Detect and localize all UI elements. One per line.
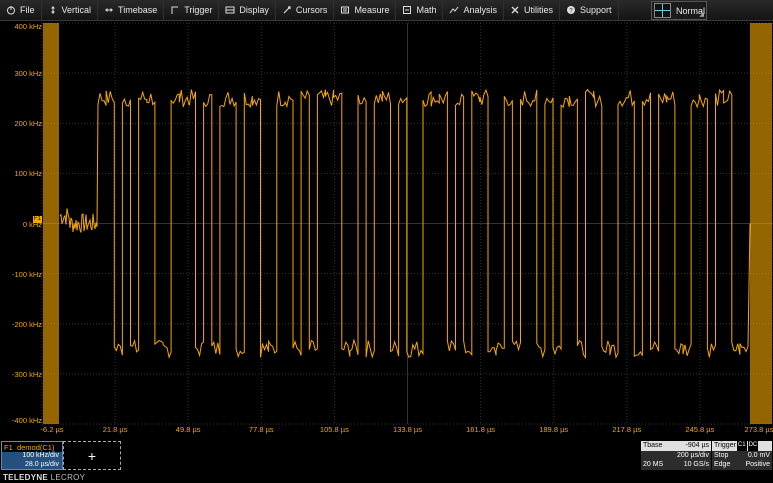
f1-header: F1 demod(C1) [2,442,62,452]
f1-vscale: 100 kHz/div [22,452,59,459]
channel-marker[interactable]: F1 [33,216,43,223]
y-tick-label: 200 kHz [14,119,42,129]
timebase-samples: 20 MS [643,461,664,468]
trigger-level: 0.0 mV [747,451,770,459]
x-tick-label: 189.8 µs [539,425,569,434]
waveform-plot[interactable] [0,0,773,437]
x-tick-label: 77.8 µs [248,425,274,434]
trigger-mode-state: Stop [714,451,729,459]
trigger-descriptor[interactable]: Trigger C1 DC Stop 0.0 mV Edge Positive [712,441,772,471]
trigger-type: Edge [714,461,731,468]
y-tick-label: 400 kHz [14,22,42,31]
brand-logo: TELEDYNE LECROY [3,473,85,482]
x-tick-label: 21.8 µs [102,425,128,434]
y-tick-label: -400 kHz [11,416,42,425]
x-tick-label: 217.8 µs [612,425,642,434]
x-tick-label: 49.8 µs [175,425,201,434]
timebase-delay: -904 µs [685,442,710,449]
trigger-coupling-badge: DC [747,441,759,451]
trigger-source-badge: C1 [736,441,747,451]
timebase-descriptor[interactable]: Tbase -904 µs 200 µs/div 20 MS 10 GS/s [641,441,711,471]
brand-main: TELEDYNE [3,473,49,482]
add-trace-button[interactable]: + [63,441,121,470]
grid [41,22,773,425]
timebase-rate: 10 GS/s [683,461,709,468]
y-tick-label: -200 kHz [11,319,42,329]
brand-sub: LECROY [50,473,86,482]
x-tick-label: 161.8 µs [466,425,496,434]
x-tick-label: 133.8 µs [393,425,422,434]
f1-title: F1 [4,442,13,452]
trigger-slope: Positive [745,461,770,468]
y-tick-label: 300 kHz [14,69,42,79]
timebase-scale: 200 µs/div [676,451,709,459]
f1-scale: 100 kHz/div 28.0 µs/div [2,452,62,469]
x-tick-label: 273.8 µs [744,425,773,434]
timebase-label: Tbase [643,442,663,449]
y-tick-label: -300 kHz [11,369,42,379]
f1-descriptor-box[interactable]: F1 demod(C1) 100 kHz/div 28.0 µs/div [1,441,63,470]
y-tick-label: 100 kHz [14,169,42,179]
trigger-label: Trigger [714,442,736,449]
y-tick-label: -100 kHz [11,269,42,279]
x-tick-label: 105.8 µs [319,425,349,434]
f1-source: demod(C1) [16,442,55,452]
x-tick-label: 245.8 µs [685,425,715,434]
x-tick-label: -6.2 µs [40,425,64,434]
f1-hscale: 28.0 µs/div [25,460,59,468]
